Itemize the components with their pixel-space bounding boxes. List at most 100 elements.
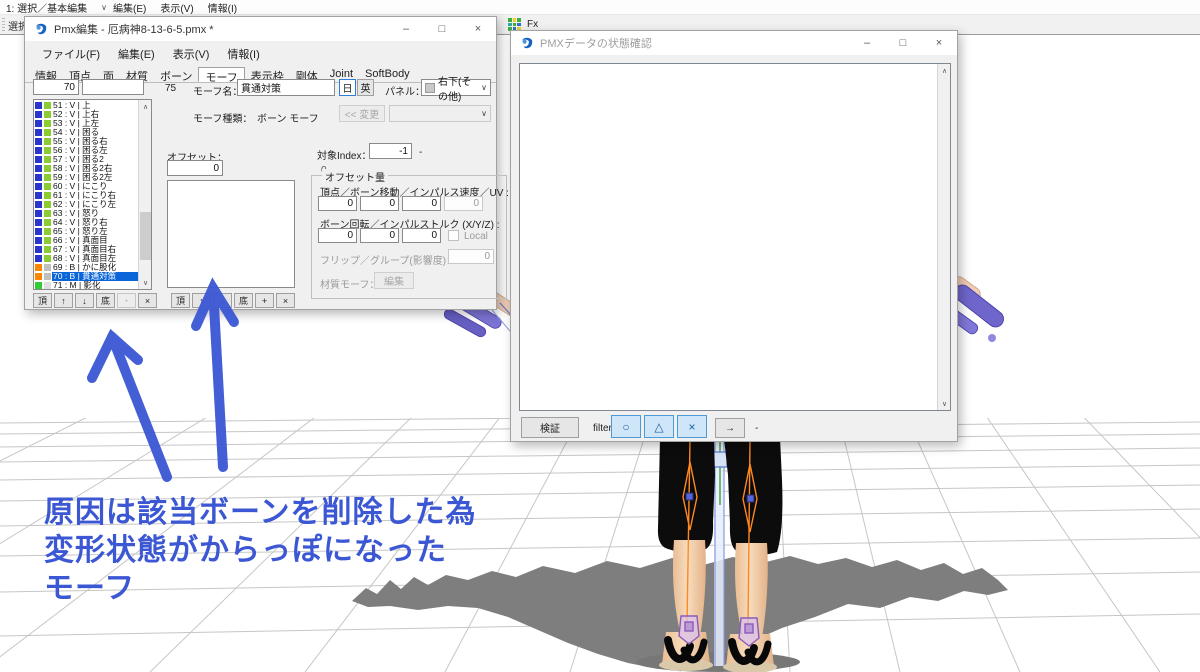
verify-button[interactable]: 検証 [521, 417, 579, 438]
pmx-menu-item[interactable]: 編集(E) [109, 44, 164, 64]
mode-select-dropdown[interactable]: 1: 選択／基本編集 ∨ [0, 0, 113, 15]
change-type-button[interactable]: << 変更 [339, 105, 385, 122]
bone-rotate-inputs [318, 228, 441, 243]
pmx-menu-item[interactable]: 表示(V) [164, 44, 219, 64]
filter-button-△[interactable]: △ [644, 415, 674, 438]
list-button-↑[interactable]: ↑ [192, 293, 211, 308]
scroll-up-icon[interactable]: ∧ [938, 64, 951, 77]
morph-color-swatch-2 [44, 192, 51, 199]
list-button-頂[interactable]: 頂 [33, 293, 52, 308]
list-button-・[interactable]: ・ [117, 293, 136, 308]
minimize-icon[interactable]: – [388, 17, 424, 41]
fx-tab-label[interactable]: Fx [527, 19, 538, 30]
pmx-state-window: PMXデータの状態確認 – □ × ∧ ∨ 検証 filter: ○ △ × → - [510, 30, 958, 442]
vertex-move-inputs [318, 196, 483, 211]
target-index-input[interactable] [369, 143, 412, 159]
maximize-icon[interactable]: □ [885, 31, 921, 55]
panel-value: 右下(その他) [438, 76, 472, 103]
filter-button-○[interactable]: ○ [611, 415, 641, 438]
offset-list-buttons: 頂 ↑ ↓ 底 + × [171, 293, 295, 308]
jp-toggle-button[interactable]: 日 [339, 79, 356, 96]
panel-dropdown[interactable]: 右下(その他) ∨ [421, 77, 491, 103]
pmx-titlebar[interactable]: Pmx編集 - 厄病神8-13-6-5.pmx * – □ × [25, 17, 496, 41]
annotation-text: 原因は該当ボーンを削除した為 変形状態がからっぽになった モーフ [44, 494, 477, 608]
morph-color-swatch-1 [35, 165, 42, 172]
offset-value-input[interactable] [402, 196, 441, 211]
morph-color-swatch-2 [44, 210, 51, 217]
local-label: Local [464, 231, 488, 242]
target-index-label: 対象Index： [317, 151, 372, 162]
state-list-scrollbar[interactable]: ∧ ∨ [937, 64, 950, 410]
morph-color-swatch-1 [35, 201, 42, 208]
scroll-up-icon[interactable]: ∧ [139, 100, 151, 113]
morph-color-swatch-1 [35, 111, 42, 118]
menubar-item-編集(E)[interactable]: 編集(E) [113, 0, 160, 15]
panel-color-swatch [425, 82, 435, 93]
offset-index-input[interactable] [167, 160, 223, 176]
offset-value-input[interactable] [402, 228, 441, 243]
offset-value-input[interactable] [318, 196, 357, 211]
morph-color-swatch-1 [35, 255, 42, 262]
state-titlebar[interactable]: PMXデータの状態確認 – □ × [511, 31, 957, 55]
morph-color-swatch-1 [35, 129, 42, 136]
morph-color-swatch-1 [35, 192, 42, 199]
morph-color-swatch-2 [44, 165, 51, 172]
en-toggle-button[interactable]: 英 [357, 79, 374, 96]
morph-color-swatch-1 [35, 228, 42, 235]
pmx-menu-item[interactable]: ファイル(F) [33, 44, 109, 64]
menubar-item-情報(I)[interactable]: 情報(I) [208, 0, 251, 15]
list-button-×[interactable]: × [276, 293, 295, 308]
list-button-↓[interactable]: ↓ [213, 293, 232, 308]
toolbar-grip[interactable] [2, 18, 5, 31]
pmx-window-title: Pmx編集 - 厄病神8-13-6-5.pmx * [54, 24, 214, 36]
morph-color-swatch-1 [35, 264, 42, 271]
morph-search-input[interactable] [82, 79, 144, 95]
scroll-down-icon[interactable]: ∨ [938, 397, 951, 410]
offset-value-input[interactable] [318, 228, 357, 243]
minimize-icon[interactable]: – [849, 31, 885, 55]
filter-button-×[interactable]: × [677, 415, 707, 438]
list-button-+[interactable]: + [255, 293, 274, 308]
morph-color-swatch-1 [35, 174, 42, 181]
morph-row[interactable]: 71 : M | 影化 [34, 281, 138, 289]
offset-value-input[interactable] [360, 228, 399, 243]
morph-list-scrollbar[interactable]: ∧ ∨ [138, 100, 151, 289]
maximize-icon[interactable]: □ [424, 17, 460, 41]
scroll-down-icon[interactable]: ∨ [139, 276, 151, 289]
material-edit-button[interactable]: 編集 [374, 272, 414, 289]
list-button-底[interactable]: 底 [96, 293, 115, 308]
morph-name-input[interactable] [237, 79, 335, 96]
morph-color-swatch-2 [44, 201, 51, 208]
scrollbar-thumb[interactable] [140, 212, 151, 260]
state-result-list[interactable]: ∧ ∨ [519, 63, 951, 411]
morph-color-swatch-1 [35, 120, 42, 127]
menubar-item-表示(V)[interactable]: 表示(V) [160, 0, 207, 15]
list-button-↑[interactable]: ↑ [54, 293, 73, 308]
type-dropdown-disabled[interactable]: ∨ [389, 105, 491, 122]
morph-list[interactable]: 51 : V | 上 52 : V | 上右 53 : V | 上左 54 : V |… [33, 99, 152, 290]
morph-color-swatch-1 [35, 237, 42, 244]
morph-color-swatch-2 [44, 237, 51, 244]
offset-list[interactable] [167, 180, 295, 288]
morph-index-input[interactable] [33, 79, 79, 95]
pmx-app-icon [521, 37, 533, 48]
local-checkbox[interactable] [448, 230, 459, 241]
morph-color-swatch-2 [44, 102, 51, 109]
chevron-down-icon: ∨ [101, 2, 107, 12]
morph-color-swatch-2 [44, 111, 51, 118]
tab-ボーン[interactable]: ボーン [154, 67, 198, 83]
panel-label: パネル： [385, 87, 425, 98]
list-button-底[interactable]: 底 [234, 293, 253, 308]
list-button-↓[interactable]: ↓ [75, 293, 94, 308]
list-button-×[interactable]: × [138, 293, 157, 308]
close-icon[interactable]: × [921, 31, 957, 55]
list-button-頂[interactable]: 頂 [171, 293, 190, 308]
offset-value-input[interactable] [444, 196, 483, 211]
pmx-menu-item[interactable]: 情報(I) [218, 44, 268, 64]
next-arrow-button[interactable]: → [715, 418, 745, 438]
annotation-line: モーフ [44, 572, 136, 605]
offset-value-input[interactable] [360, 196, 399, 211]
flip-group-input[interactable] [448, 249, 494, 264]
filter-buttons: ○ △ × [611, 415, 707, 438]
close-icon[interactable]: × [460, 17, 496, 41]
